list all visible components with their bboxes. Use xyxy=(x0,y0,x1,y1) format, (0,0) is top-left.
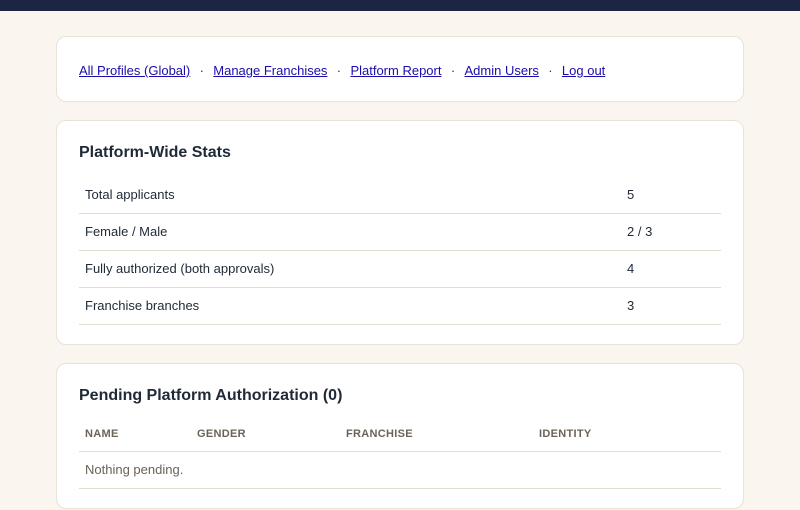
column-header-name: NAME xyxy=(79,417,191,452)
admin-nav: All Profiles (Global) · Manage Franchises ·… xyxy=(79,63,605,78)
nav-link-all-profiles[interactable]: All Profiles (Global) xyxy=(79,63,190,78)
table-row: Female / Male 2 / 3 xyxy=(79,213,721,251)
nav-separator: · xyxy=(199,63,204,78)
nav-link-platform-report[interactable]: Platform Report xyxy=(350,63,441,78)
stat-value: 4 xyxy=(621,250,721,288)
nav-separator: · xyxy=(548,63,553,78)
pending-card: Pending Platform Authorization (0) NAME … xyxy=(56,363,744,509)
nav-link-log-out[interactable]: Log out xyxy=(562,63,605,78)
nav-separator: · xyxy=(336,63,342,78)
pending-title: Pending Platform Authorization (0) xyxy=(79,387,343,404)
table-row: Franchise branches 3 xyxy=(79,287,721,325)
stat-value: 2 / 3 xyxy=(621,213,721,251)
column-header-franchise: FRANCHISE xyxy=(340,417,533,452)
top-bar xyxy=(0,0,800,11)
column-header-identity: IDENTITY xyxy=(533,417,721,452)
stat-label: Female / Male xyxy=(79,213,621,251)
column-header-gender: GENDER xyxy=(191,417,340,452)
pending-table: NAME GENDER FRANCHISE IDENTITY Nothing p… xyxy=(79,417,721,489)
table-row: Total applicants 5 xyxy=(79,176,721,214)
nav-link-manage-franchises[interactable]: Manage Franchises xyxy=(213,63,327,78)
stat-label: Franchise branches xyxy=(79,287,621,325)
nav-separator: · xyxy=(450,63,456,78)
stat-label: Fully authorized (both approvals) xyxy=(79,250,621,288)
nav-card: All Profiles (Global) · Manage Franchises ·… xyxy=(56,36,744,102)
table-row: Nothing pending. xyxy=(79,451,721,489)
stat-value: 5 xyxy=(621,176,721,214)
empty-state: Nothing pending. xyxy=(79,451,721,489)
stats-card: Platform-Wide Stats Total applicants 5 F… xyxy=(56,120,744,345)
stat-label: Total applicants xyxy=(79,176,621,214)
nav-link-admin-users[interactable]: Admin Users xyxy=(464,63,538,78)
stats-table: Total applicants 5 Female / Male 2 / 3 F… xyxy=(79,176,721,325)
table-row: Fully authorized (both approvals) 4 xyxy=(79,250,721,288)
stats-title: Platform-Wide Stats xyxy=(79,144,231,161)
table-header-row: NAME GENDER FRANCHISE IDENTITY xyxy=(79,417,721,452)
stat-value: 3 xyxy=(621,287,721,325)
